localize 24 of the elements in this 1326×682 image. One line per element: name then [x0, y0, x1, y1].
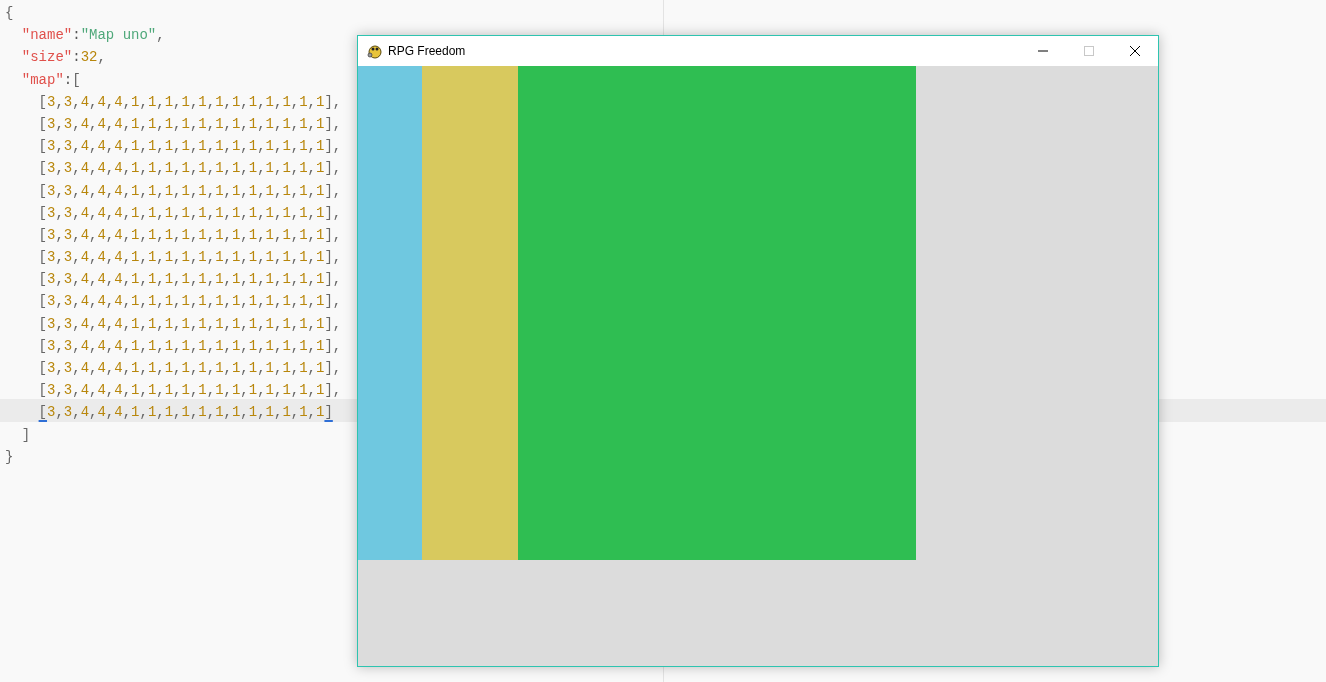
code-line: [3,3,4,4,4,1,1,1,1,1,1,1,1,1,1,1,1],: [37, 293, 342, 310]
maximize-icon: [1084, 46, 1094, 56]
code-line: "size":32,: [20, 49, 106, 66]
code-line: {: [5, 5, 14, 21]
code-line: [3,3,4,4,4,1,1,1,1,1,1,1,1,1,1,1,1],: [37, 382, 342, 399]
code-line: [3,3,4,4,4,1,1,1,1,1,1,1,1,1,1,1,1],: [37, 182, 342, 199]
code-line: [3,3,4,4,4,1,1,1,1,1,1,1,1,1,1,1,1],: [37, 249, 342, 266]
code-line: "name":"Map uno",: [20, 27, 165, 44]
code-line: [3,3,4,4,4,1,1,1,1,1,1,1,1,1,1,1,1],: [37, 226, 342, 243]
code-line: [3,3,4,4,4,1,1,1,1,1,1,1,1,1,1,1,1],: [37, 138, 342, 155]
code-line: [3,3,4,4,4,1,1,1,1,1,1,1,1,1,1,1,1],: [37, 204, 342, 221]
code-line: [3,3,4,4,4,1,1,1,1,1,1,1,1,1,1,1,1],: [37, 315, 342, 332]
code-line: [3,3,4,4,4,1,1,1,1,1,1,1,1,1,1,1,1],: [37, 360, 342, 376]
code-line: [3,3,4,4,4,1,1,1,1,1,1,1,1,1,1,1,1],: [37, 160, 342, 177]
code-line: [3,3,4,4,4,1,1,1,1,1,1,1,1,1,1,1,1],: [37, 115, 342, 132]
window-title: RPG Freedom: [388, 43, 466, 60]
code-line: [3,3,4,4,4,1,1,1,1,1,1,1,1,1,1,1,1],: [37, 271, 342, 288]
snake-icon: [367, 43, 383, 59]
close-icon: [1129, 45, 1141, 57]
code-line: ]: [20, 426, 31, 443]
code-line: [3,3,4,4,4,1,1,1,1,1,1,1,1,1,1,1,1],: [37, 93, 342, 110]
code-line: "map":[: [20, 71, 81, 88]
code-line: [3,3,4,4,4,1,1,1,1,1,1,1,1,1,1,1,1],: [37, 337, 342, 354]
code-line: }: [5, 448, 14, 465]
